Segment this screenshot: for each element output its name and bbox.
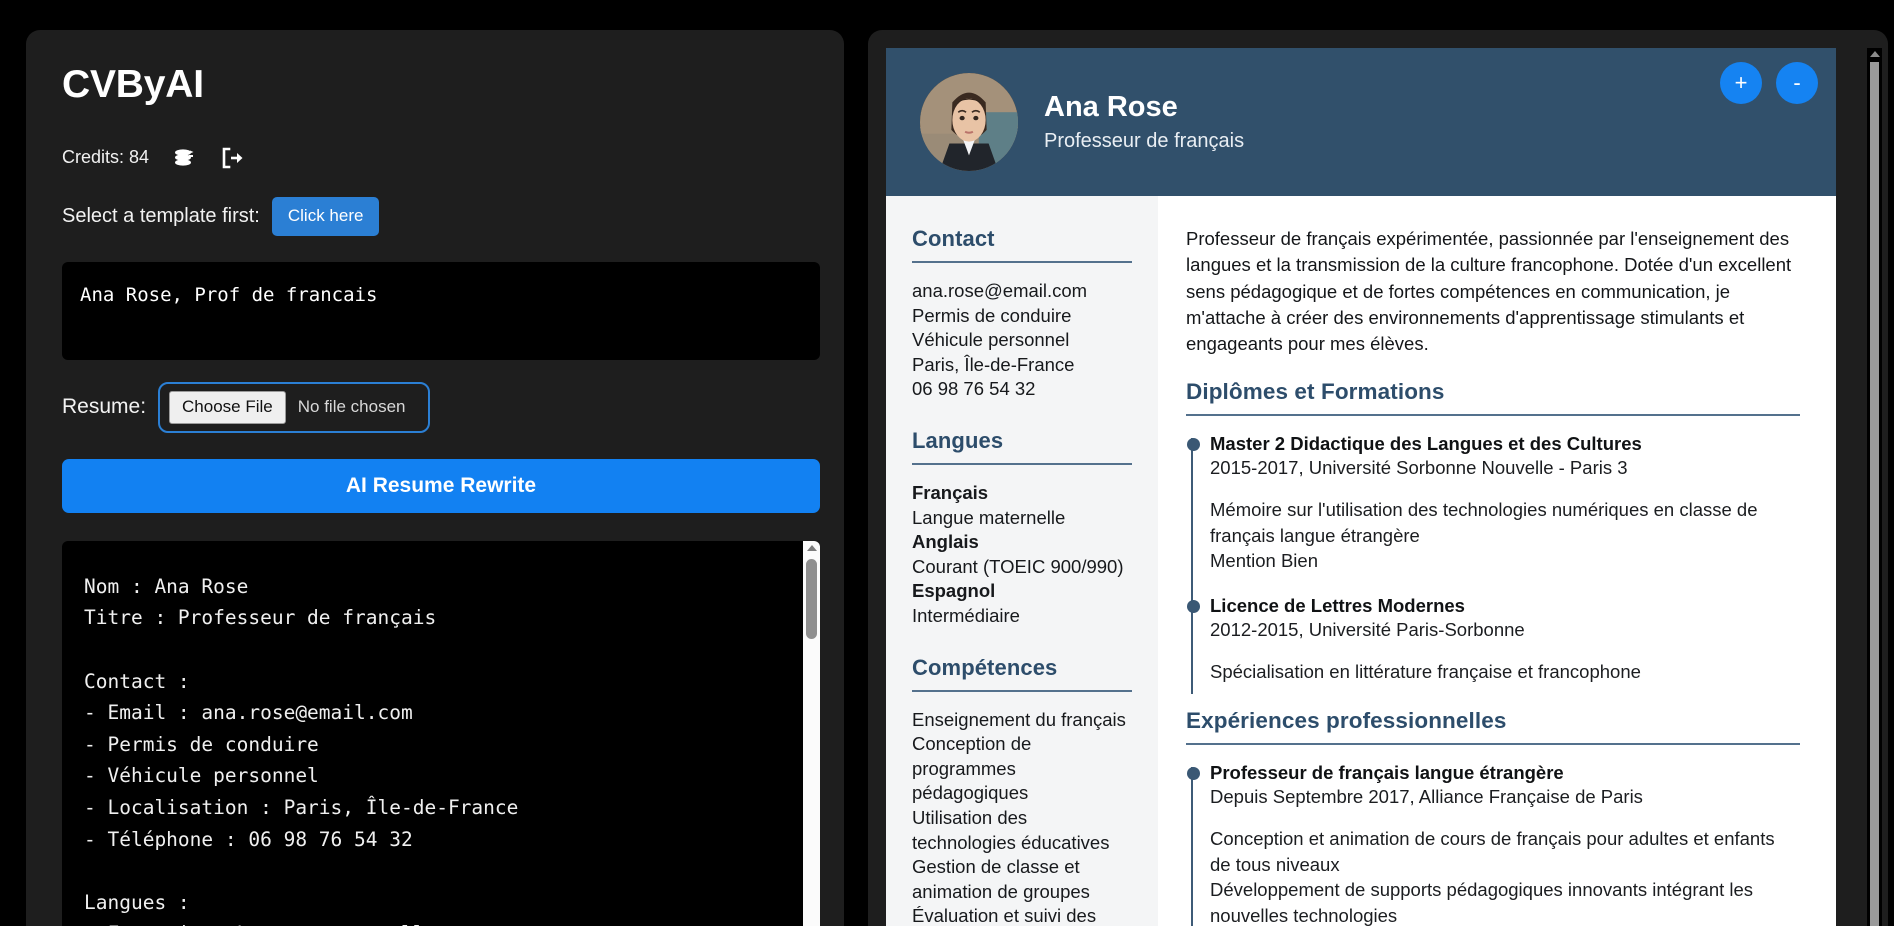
scrollbar-thumb[interactable] [806, 558, 817, 639]
file-name-text: No file chosen [297, 397, 406, 417]
language-level: Intermédiaire [912, 604, 1020, 626]
experience-section: Expériences professionnelles Professeur … [1186, 708, 1800, 926]
choose-file-button[interactable]: Choose File [169, 390, 286, 424]
education-entry: Master 2 Didactique des Langues et des C… [1187, 432, 1800, 574]
contact-line: Paris, Île-de-France [912, 353, 1075, 375]
cv-section-contact: Contact ana.rose@email.com Permis de con… [912, 226, 1132, 402]
scroll-up-arrow-icon[interactable] [806, 544, 817, 551]
skill-item: Gestion de classe et animation de groupe… [912, 856, 1090, 902]
cv-section-competences: Compétences Enseignement du français Con… [912, 655, 1132, 926]
zoom-in-button[interactable]: + [1720, 62, 1762, 104]
section-title-experience: Expériences professionnelles [1186, 708, 1800, 746]
contact-line: 06 98 76 54 32 [912, 378, 1036, 400]
language-level: Langue maternelle [912, 506, 1066, 528]
education-degree: Master 2 Didactique des Langues et des C… [1210, 433, 1642, 455]
education-degree: Licence de Lettres Modernes [1210, 594, 1465, 616]
resume-upload-label: Resume: [62, 395, 147, 419]
select-template-button[interactable]: Click here [271, 196, 380, 236]
education-timeline: Master 2 Didactique des Langues et des C… [1186, 432, 1800, 695]
template-label: Select a template first: [62, 204, 260, 227]
cv-name: Ana Rose [1044, 91, 1178, 124]
section-title-competences: Compétences [912, 655, 1132, 692]
education-meta: 2015-2017, Université Sorbonne Nouvelle … [1210, 457, 1628, 479]
app-brand-title: CVByAI [62, 63, 204, 106]
cv-scrollbar[interactable] [1867, 48, 1882, 926]
language-level: Courant (TOEIC 900/990) [912, 555, 1124, 577]
cv-job-title: Professeur de français [1044, 129, 1245, 152]
section-title-contact: Contact [912, 226, 1132, 263]
experience-timeline: Professeur de français langue étrangère … [1186, 761, 1800, 926]
output-text[interactable]: Nom : Ana Rose Titre : Professeur de fra… [62, 541, 820, 926]
skill-item: Utilisation des technologies éducatives [912, 806, 1110, 853]
contact-line: ana.rose@email.com [912, 280, 1088, 301]
contact-line: Véhicule personnel [912, 329, 1070, 351]
skill-item: Enseignement du français [912, 708, 1126, 730]
template-selector-row: Select a template first: Click here [62, 196, 808, 236]
experience-meta: Depuis Septembre 2017, Alliance Français… [1210, 786, 1643, 808]
logout-icon[interactable] [219, 145, 245, 171]
contact-line: Permis de conduire [912, 304, 1072, 326]
section-title-langues: Langues [912, 428, 1132, 465]
language-name: Espagnol [912, 580, 996, 602]
ai-resume-rewrite-button[interactable]: AI Resume Rewrite [62, 458, 820, 513]
coins-icon[interactable] [171, 145, 197, 171]
zoom-out-button[interactable]: - [1776, 62, 1818, 104]
scrollbar-thumb[interactable] [1870, 62, 1879, 926]
education-details: Mémoire sur l'utilisation des technologi… [1210, 499, 1758, 572]
avatar [920, 73, 1018, 171]
app-root: CVByAI Credits: 84 Select a template fir… [0, 0, 1894, 926]
output-panel: Nom : Ana Rose Titre : Professeur de fra… [62, 540, 820, 926]
cv-section-langues: Langues Français Langue maternelle Angla… [912, 428, 1132, 629]
prompt-textarea[interactable] [62, 261, 820, 360]
cv-header: Ana Rose Professeur de français + - [886, 48, 1836, 196]
experience-role: Professeur de français langue étrangère [1210, 762, 1564, 784]
cv-main-content: Professeur de français expérimentée, pas… [1158, 196, 1836, 926]
credits-label: Credits: 84 [62, 147, 150, 168]
zoom-controls: + - [1720, 62, 1818, 104]
cv-body: Contact ana.rose@email.com Permis de con… [886, 196, 1836, 926]
section-title-education: Diplômes et Formations [1186, 379, 1800, 417]
resume-file-input[interactable]: Choose File No file chosen [158, 381, 431, 433]
credits-row: Credits: 84 [62, 145, 808, 171]
cv-sidebar: Contact ana.rose@email.com Permis de con… [886, 196, 1158, 926]
language-name: Anglais [912, 531, 979, 553]
experience-entry: Professeur de français langue étrangère … [1187, 761, 1800, 926]
output-scrollbar[interactable] [803, 540, 820, 926]
cv-identity: Ana Rose Professeur de français [1044, 91, 1244, 152]
cv-summary: Professeur de français expérimentée, pas… [1186, 228, 1792, 355]
education-entry: Licence de Lettres Modernes 2012-2015, U… [1187, 594, 1800, 685]
editor-panel: CVByAI Credits: 84 Select a template fir… [26, 30, 844, 926]
education-meta: 2012-2015, Université Paris-Sorbonne [1210, 618, 1525, 640]
cv-document: Ana Rose Professeur de français + - Cont… [886, 48, 1836, 926]
scroll-up-arrow-icon[interactable] [1869, 51, 1880, 57]
experience-details: Conception et animation de cours de fran… [1210, 828, 1775, 926]
resume-upload-row: Resume: Choose File No file chosen [62, 381, 808, 433]
skill-item: Conception de programmes pédagogiques [912, 733, 1032, 804]
skill-item: Évaluation et suivi des [912, 905, 1097, 926]
education-details: Spécialisation en littérature française … [1210, 660, 1641, 682]
cv-preview-panel: Ana Rose Professeur de français + - Cont… [868, 30, 1888, 926]
language-name: Français [912, 481, 989, 503]
